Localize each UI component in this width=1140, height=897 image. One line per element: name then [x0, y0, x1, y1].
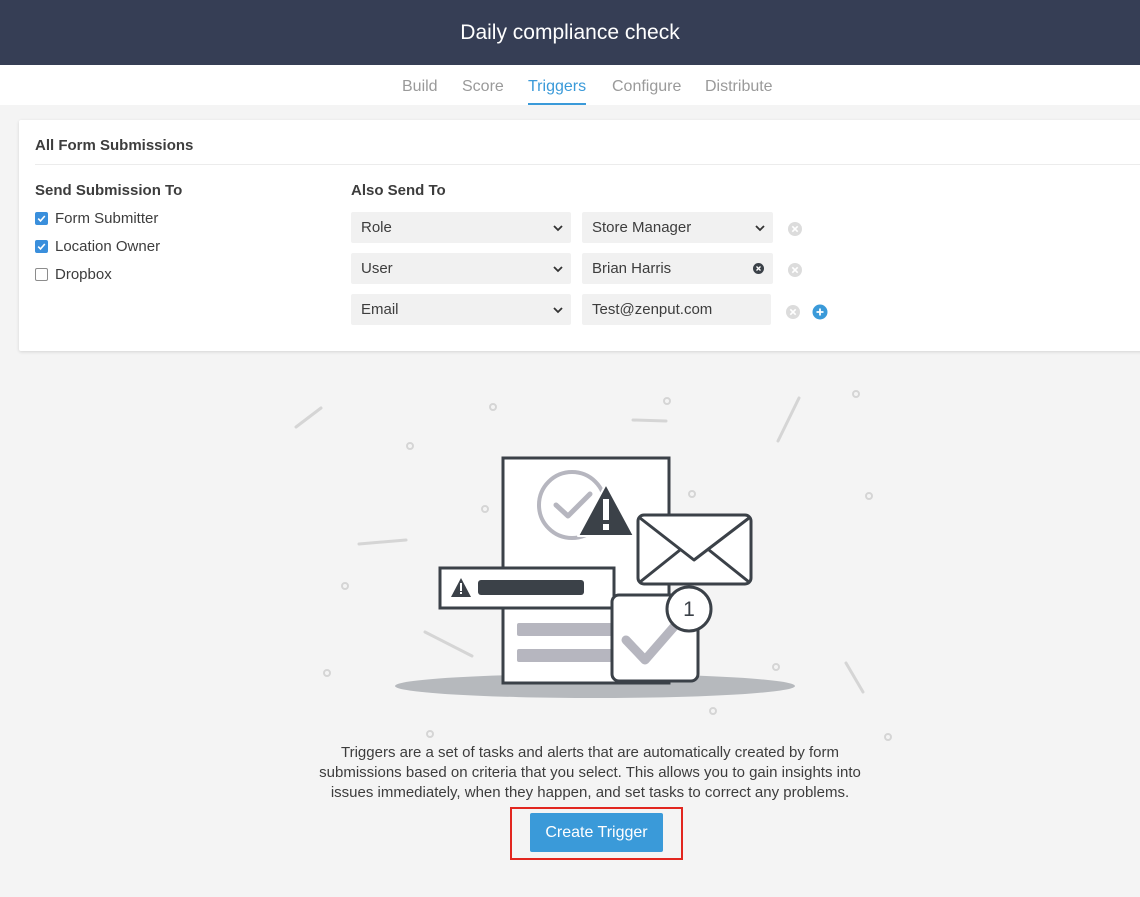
create-trigger-button[interactable]: Create Trigger — [530, 813, 663, 852]
document-icon — [501, 456, 671, 685]
tab-bar: Build Score Triggers Configure Distribut… — [0, 65, 1140, 105]
checkbox-checked-icon[interactable] — [35, 240, 48, 253]
card-title: All Form Submissions — [35, 137, 194, 154]
form-title-bar: Daily compliance check — [0, 0, 1140, 65]
recipient-type-select[interactable]: Role — [351, 212, 571, 243]
remove-row-icon[interactable] — [785, 304, 801, 320]
task-check-icon — [610, 593, 700, 683]
tab-distribute[interactable]: Distribute — [705, 65, 773, 105]
chevron-down-icon — [553, 225, 563, 232]
recipient-type-select[interactable]: Email — [351, 294, 571, 325]
select-value: Role — [361, 219, 392, 236]
also-send-label: Also Send To — [351, 182, 446, 199]
checkbox-form-submitter[interactable]: Form Submitter — [35, 210, 158, 227]
recipient-type-select[interactable]: User — [351, 253, 571, 284]
tab-score[interactable]: Score — [462, 65, 504, 105]
select-value: User — [361, 260, 393, 277]
checkbox-label: Location Owner — [55, 238, 161, 255]
remove-row-icon[interactable] — [787, 221, 803, 237]
description-line: Triggers are a set of tasks and alerts t… — [340, 744, 839, 761]
clear-icon[interactable] — [753, 263, 764, 274]
remove-row-icon[interactable] — [787, 262, 803, 278]
checkbox-location-owner[interactable]: Location Owner — [35, 238, 160, 255]
checkbox-label: Form Submitter — [55, 210, 159, 227]
confetti-decoration — [294, 396, 865, 694]
checkbox-dropbox[interactable]: Dropbox — [35, 266, 112, 283]
warning-alert-icon — [438, 566, 616, 610]
card-divider — [35, 164, 1140, 165]
select-value: Email — [361, 301, 399, 318]
badge-count: 1 — [683, 598, 695, 621]
tab-build[interactable]: Build — [402, 65, 438, 105]
envelope-icon — [636, 513, 753, 586]
checkbox-checked-icon[interactable] — [35, 212, 48, 225]
add-row-icon[interactable] — [812, 304, 828, 320]
chevron-down-icon — [553, 266, 563, 273]
description-line: submissions based on criteria that you s… — [319, 764, 861, 781]
tab-configure[interactable]: Configure — [612, 65, 681, 105]
send-submission-label: Send Submission To — [35, 182, 183, 199]
submissions-card: All Form Submissions Send Submission To … — [19, 120, 1140, 351]
select-value: Brian Harris — [592, 260, 672, 277]
confetti-dots — [323, 390, 892, 741]
triggers-description: Triggers are a set of tasks and alerts t… — [270, 743, 910, 803]
user-value-select[interactable]: Brian Harris — [582, 253, 773, 284]
email-input[interactable]: Test@zenput.com — [582, 294, 771, 325]
form-title: Daily compliance check — [460, 20, 680, 44]
checkbox-unchecked-icon[interactable] — [35, 268, 48, 281]
email-value: Test@zenput.com — [592, 301, 713, 318]
illustration-shadow — [395, 674, 795, 698]
notification-badge: 1 — [665, 585, 713, 633]
chevron-down-icon — [755, 225, 765, 232]
chevron-down-icon — [553, 307, 563, 314]
role-value-select[interactable]: Store Manager — [582, 212, 773, 243]
description-line: issues immediately, when they happen, an… — [330, 784, 850, 801]
checkbox-label: Dropbox — [55, 266, 112, 283]
tab-triggers[interactable]: Triggers — [528, 65, 587, 105]
select-value: Store Manager — [592, 219, 692, 236]
